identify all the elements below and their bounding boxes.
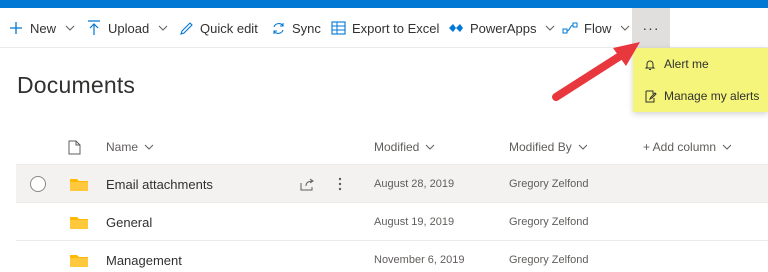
- row-modified-by[interactable]: Gregory Zelfond: [509, 165, 588, 203]
- chevron-down-icon: [578, 144, 588, 150]
- sync-button[interactable]: Sync: [270, 8, 321, 48]
- new-label: New: [30, 20, 57, 36]
- ellipsis-icon: ···: [642, 20, 660, 36]
- row-name[interactable]: Email attachments: [106, 165, 213, 203]
- row-select-radio[interactable]: [30, 165, 46, 203]
- alert-me-label: Alert me: [664, 57, 709, 71]
- add-column-label: + Add column: [643, 140, 717, 154]
- table-row[interactable]: Management November 6, 2019 Gregory Zelf…: [16, 240, 768, 272]
- chevron-down-icon: [619, 22, 631, 34]
- row-name[interactable]: General: [106, 203, 152, 241]
- chevron-down-icon: [544, 22, 556, 34]
- more-options-menu: Alert me Manage my alerts: [633, 48, 768, 112]
- upload-icon: [86, 20, 102, 36]
- flow-label: Flow: [584, 20, 612, 36]
- table-row[interactable]: Email attachments August 28, 2019 Gregor…: [16, 164, 768, 202]
- chevron-down-icon: [64, 22, 76, 34]
- row-modified-by[interactable]: Gregory Zelfond: [509, 203, 588, 241]
- chevron-down-icon: [157, 22, 169, 34]
- sync-label: Sync: [292, 20, 321, 36]
- manage-my-alerts-menu-item[interactable]: Manage my alerts: [633, 80, 768, 112]
- modified-by-column-label: Modified By: [509, 140, 572, 154]
- page-title: Documents: [17, 72, 136, 98]
- chevron-down-icon: [425, 144, 435, 150]
- excel-icon: [330, 20, 346, 36]
- modified-by-column-header[interactable]: Modified By: [509, 130, 588, 164]
- export-to-excel-button[interactable]: Export to Excel: [330, 8, 439, 48]
- upload-label: Upload: [108, 20, 150, 36]
- file-type-header-icon[interactable]: [68, 130, 81, 164]
- new-button[interactable]: New: [8, 8, 76, 48]
- flow-icon: [562, 20, 578, 36]
- bell-icon: [643, 57, 657, 71]
- row-modified: November 6, 2019: [374, 254, 465, 266]
- powerapps-label: PowerApps: [470, 20, 537, 36]
- flow-button[interactable]: Flow: [562, 8, 631, 48]
- add-column-button[interactable]: + Add column: [643, 130, 732, 164]
- name-column-label: Name: [106, 140, 139, 154]
- row-name[interactable]: Management: [106, 241, 182, 272]
- manage-my-alerts-label: Manage my alerts: [664, 89, 760, 103]
- edit-note-icon: [643, 89, 657, 103]
- table-row[interactable]: General August 19, 2019 Gregory Zelfond: [16, 202, 768, 240]
- folder-icon: [70, 203, 88, 241]
- folder-icon: [70, 165, 88, 203]
- row-modified: August 28, 2019: [374, 178, 455, 190]
- list-header: Name Modified Modified By + Add column: [16, 130, 768, 164]
- pencil-icon: [178, 20, 194, 36]
- upload-button[interactable]: Upload: [86, 8, 169, 48]
- chevron-down-icon: [144, 144, 154, 150]
- row-modified-by[interactable]: Gregory Zelfond: [509, 241, 588, 272]
- row-modified: August 19, 2019: [374, 216, 455, 228]
- more-vertical-icon[interactable]: [338, 165, 342, 203]
- quick-edit-label: Quick edit: [200, 20, 258, 36]
- folder-icon: [70, 241, 88, 272]
- modified-column-label: Modified: [374, 140, 420, 154]
- powerapps-button[interactable]: PowerApps: [448, 8, 556, 48]
- share-icon[interactable]: [300, 165, 314, 203]
- powerapps-icon: [448, 20, 464, 36]
- modified-column-header[interactable]: Modified: [374, 130, 435, 164]
- quick-edit-button[interactable]: Quick edit: [178, 8, 258, 48]
- more-options-button[interactable]: ···: [632, 8, 670, 48]
- sync-icon: [270, 20, 286, 36]
- export-label: Export to Excel: [352, 20, 440, 36]
- name-column-header[interactable]: Name: [106, 130, 154, 164]
- plus-icon: [8, 20, 24, 36]
- alert-me-menu-item[interactable]: Alert me: [633, 48, 768, 80]
- suite-bar: [0, 0, 768, 8]
- chevron-down-icon: [722, 144, 732, 150]
